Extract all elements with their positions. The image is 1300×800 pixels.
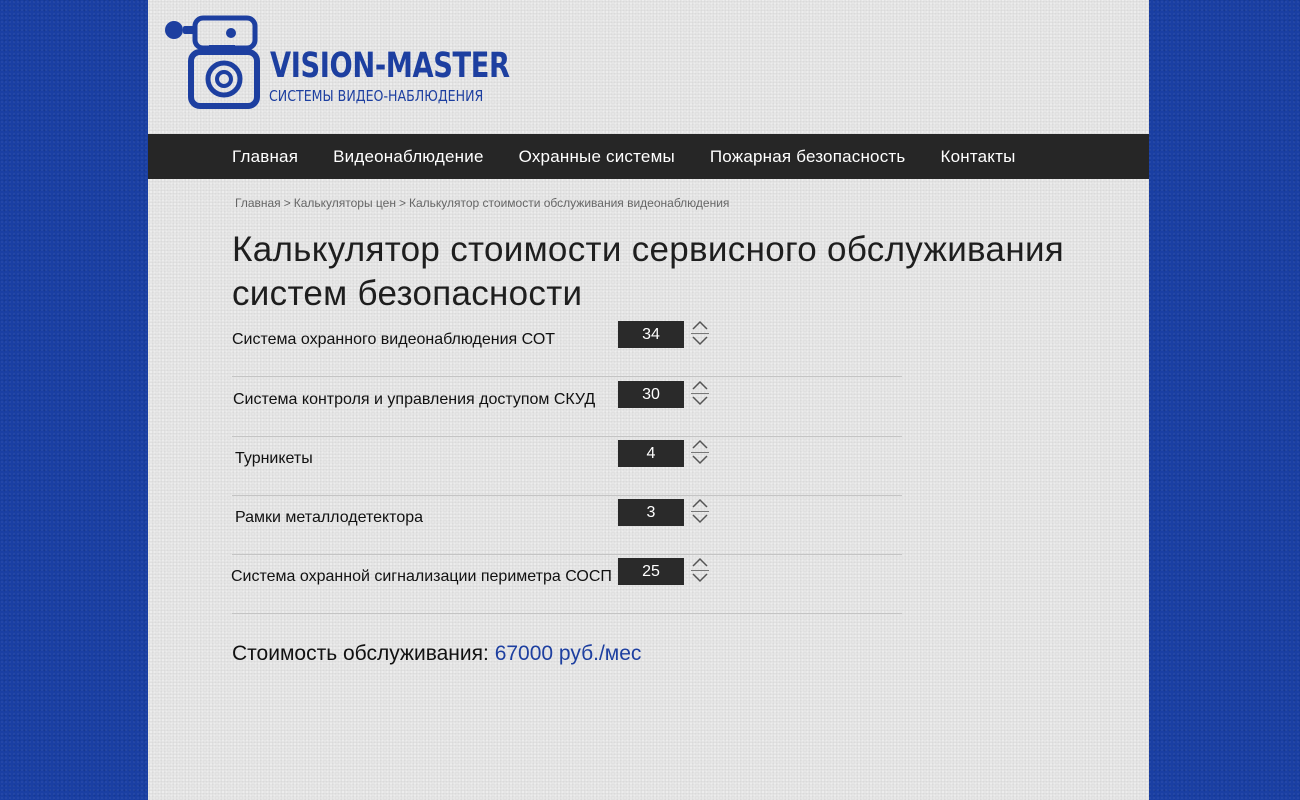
quantity-stepper xyxy=(690,378,710,408)
nav-item-video-surveillance[interactable]: Видеонаблюдение xyxy=(333,147,484,167)
breadcrumb: Главная > Калькуляторы цен > Калькулятор сто… xyxy=(235,196,729,210)
calc-row-label: Система охранной сигнализации периметра … xyxy=(231,568,612,585)
calc-row-label: Система контроля и управления доступом С… xyxy=(233,391,596,408)
calc-row: Рамки металлодетектора xyxy=(232,495,902,555)
chevron-up-icon[interactable] xyxy=(690,318,710,332)
nav-item-security-systems[interactable]: Охранные системы xyxy=(519,147,675,167)
quantity-input[interactable] xyxy=(618,499,684,526)
page-title: Калькулятор стоимости сервисного обслужи… xyxy=(232,230,1065,313)
chevron-down-icon[interactable] xyxy=(690,512,710,526)
calc-row: Система охранной сигнализации периметра … xyxy=(231,554,902,614)
service-cost-total: Стоимость обслуживания: 67000 руб./мес xyxy=(232,642,641,666)
chevron-up-icon[interactable] xyxy=(690,496,710,510)
chevron-down-icon[interactable] xyxy=(690,571,710,585)
quantity-input[interactable] xyxy=(618,558,684,585)
breadcrumb-item-home[interactable]: Главная xyxy=(235,196,281,210)
brand-name: VISION-MASTER xyxy=(270,46,510,86)
site-logo[interactable]: VISION-MASTER СИСТЕМЫ ВИДЕО-НАБЛЮДЕНИЯ xyxy=(163,12,510,112)
calc-row-label: Турникеты xyxy=(235,450,313,467)
calc-row: Система охранного видеонаблюдения СОТ xyxy=(232,317,902,377)
calc-row-label: Система охранного видеонаблюдения СОТ xyxy=(232,331,556,348)
chevron-up-icon[interactable] xyxy=(690,378,710,392)
page-container: VISION-MASTER СИСТЕМЫ ВИДЕО-НАБЛЮДЕНИЯ Г… xyxy=(148,0,1149,800)
brand-subtitle: СИСТЕМЫ ВИДЕО-НАБЛЮДЕНИЯ xyxy=(269,87,484,105)
quantity-stepper xyxy=(690,318,710,348)
quantity-stepper xyxy=(690,437,710,467)
nav-item-fire-safety[interactable]: Пожарная безопасность xyxy=(710,147,906,167)
chevron-down-icon[interactable] xyxy=(690,453,710,467)
breadcrumb-separator: > xyxy=(283,196,291,210)
breadcrumb-separator: > xyxy=(398,196,406,210)
video-camera-icon xyxy=(165,15,260,109)
total-label: Стоимость обслуживания: xyxy=(232,642,489,665)
quantity-stepper xyxy=(690,496,710,526)
main-nav: Главная Видеонаблюдение Охранные системы… xyxy=(148,134,1149,179)
total-amount: 67000 руб./мес xyxy=(494,642,642,665)
calc-row-label: Рамки металлодетектора xyxy=(235,509,424,526)
calc-row: Турникеты xyxy=(232,436,902,496)
chevron-up-icon[interactable] xyxy=(690,555,710,569)
calc-row: Система контроля и управления доступом С… xyxy=(232,377,902,437)
breadcrumb-item-calculators[interactable]: Калькуляторы цен xyxy=(294,196,396,210)
quantity-input[interactable] xyxy=(618,321,684,348)
chevron-down-icon[interactable] xyxy=(690,334,710,348)
nav-item-contacts[interactable]: Контакты xyxy=(940,147,1015,167)
chevron-down-icon[interactable] xyxy=(690,394,710,408)
nav-item-home[interactable]: Главная xyxy=(232,147,298,167)
breadcrumb-item-current: Калькулятор стоимости обслуживания видео… xyxy=(408,196,730,210)
quantity-input[interactable] xyxy=(618,440,684,467)
quantity-stepper xyxy=(690,555,710,585)
chevron-up-icon[interactable] xyxy=(690,437,710,451)
quantity-input[interactable] xyxy=(618,381,684,408)
